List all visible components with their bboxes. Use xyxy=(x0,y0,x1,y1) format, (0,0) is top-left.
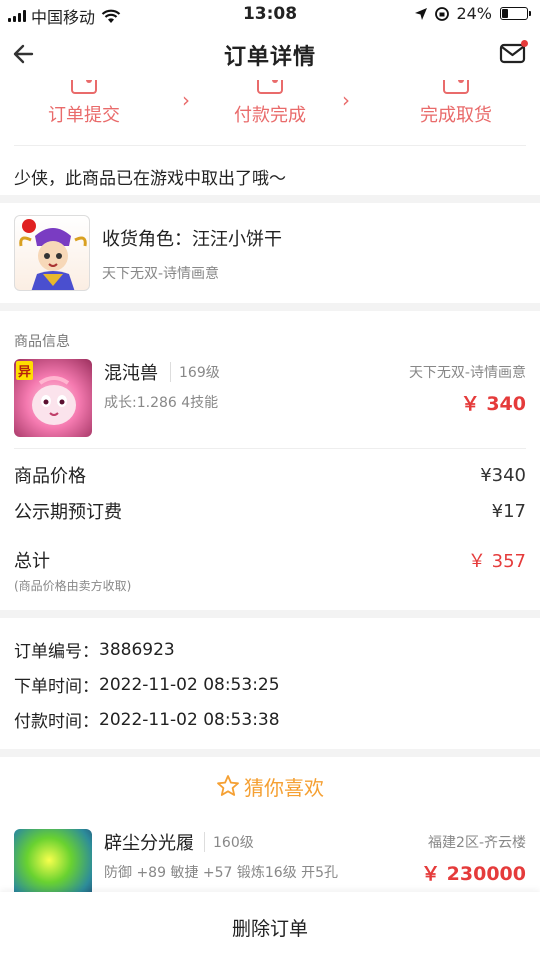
battery-percent: 24% xyxy=(456,4,492,23)
battery-fill xyxy=(502,9,508,18)
goods-body: 辟尘分光履 160级 福建2区-齐云楼 防御 +89 敏捷 +57 锻炼16级 … xyxy=(104,829,526,892)
step-paid: 付款完成 xyxy=(200,80,340,145)
pickup-icon xyxy=(443,80,469,94)
goods-server: 福建2区-齐云楼 xyxy=(428,835,526,851)
payment-time-row: 付款时间： 2022-11-02 08:53:38 xyxy=(14,702,526,737)
order-info-card: 订单编号： 3886923 下单时间： 2022-11-02 08:53:25 … xyxy=(0,618,540,749)
fee-row-booking-fee: 公示期预订费 ¥17 xyxy=(14,493,526,529)
message-button[interactable] xyxy=(498,38,528,68)
goods-server: 天下无双-诗情画意 xyxy=(408,365,526,381)
order-number-row: 订单编号： 3886923 xyxy=(14,632,526,667)
fee-label: 公示期预订费 xyxy=(14,502,122,523)
role-avatar xyxy=(14,215,90,291)
role-title: 收货角色：汪汪小饼干 xyxy=(102,229,282,250)
goods-name: 混沌兽 xyxy=(104,363,158,384)
fee-list: 商品价格 ¥340 公示期预订费 ¥17 总计 ￥ 357 (商品价格由卖方收取… xyxy=(14,449,526,610)
info-label: 下单时间： xyxy=(14,677,99,697)
goods-stats: 防御 +89 敏捷 +57 锻炼16级 开5孔 xyxy=(104,865,339,881)
battery-icon xyxy=(500,7,531,20)
goods-level: 169级 xyxy=(170,362,220,382)
orientation-lock-icon xyxy=(435,6,450,21)
nav-bar: 订单详情 xyxy=(0,28,540,80)
character-portrait-icon xyxy=(19,219,87,290)
order-steps: 订单提交 › 付款完成 › 完成取货 xyxy=(14,80,526,146)
step-label: 付款完成 xyxy=(234,105,306,126)
step-label: 完成取货 xyxy=(420,105,492,126)
pet-icon xyxy=(32,376,76,425)
recommendations-title: 猜你喜欢 xyxy=(244,775,324,800)
location-arrow-icon xyxy=(415,7,428,20)
info-label: 订单编号： xyxy=(14,642,99,662)
goods-stats: 成长:1.286 4技能 xyxy=(104,395,219,411)
status-bar: 中国移动 13:08 24% xyxy=(0,0,540,28)
goods-level: 160级 xyxy=(204,832,254,852)
goods-thumbnail: 异 xyxy=(14,359,92,437)
star-icon xyxy=(217,775,239,796)
chevron-right-icon: › xyxy=(182,88,190,112)
total-label: 总计 xyxy=(14,551,50,572)
chevron-right-icon: › xyxy=(342,88,350,112)
total-value: ￥ 357 xyxy=(467,551,526,572)
order-progress-card: 订单提交 › 付款完成 › 完成取货 少侠，此商品已在游戏中取出了哦～ xyxy=(0,80,540,195)
goods-item[interactable]: 异 混沌兽 169级 天下无双-诗情画意 成长:1.286 4技能 ￥ 340 xyxy=(14,359,526,449)
total-row: 总计 ￥ 357 xyxy=(14,547,526,573)
goods-name: 辟尘分光履 xyxy=(104,833,194,854)
fee-value: ¥17 xyxy=(491,500,526,522)
total-note: (商品价格由卖方收取) xyxy=(14,579,132,593)
bottom-bar: 删除订单 xyxy=(0,892,540,960)
goods-body: 混沌兽 169级 天下无双-诗情画意 成长:1.286 4技能 ￥ 340 xyxy=(104,359,526,448)
fee-row-goods-price: 商品价格 ¥340 xyxy=(14,457,526,493)
receiving-role-card: 收货角色：汪汪小饼干 天下无双-诗情画意 xyxy=(0,203,540,303)
status-notice: 少侠，此商品已在游戏中取出了哦～ xyxy=(14,169,286,189)
recommendations-header: 猜你喜欢 xyxy=(14,757,526,815)
delete-order-button[interactable]: 删除订单 xyxy=(0,914,540,941)
recommendations-card: 猜你喜欢 辟尘分光履 160级 福建2区-齐云楼 防御 +89 敏捷 +57 锻… xyxy=(0,757,540,892)
role-info: 收货角色：汪汪小饼干 天下无双-诗情画意 xyxy=(102,223,282,283)
goods-info-card: 商品信息 异 混沌兽 169级 天下无双-诗情画意 成长:1.286 4技能 ￥… xyxy=(0,311,540,610)
section-label: 商品信息 xyxy=(14,334,70,350)
fee-label: 商品价格 xyxy=(14,466,86,487)
step-label: 订单提交 xyxy=(48,105,120,126)
fee-value: ¥340 xyxy=(480,464,526,486)
info-value[interactable]: 3886923 xyxy=(99,640,175,660)
recommended-item[interactable]: 辟尘分光履 160级 福建2区-齐云楼 防御 +89 敏捷 +57 锻炼16级 … xyxy=(14,815,526,892)
notification-dot xyxy=(521,40,528,47)
page-title: 订单详情 xyxy=(223,45,316,70)
info-value: 2022-11-02 08:53:38 xyxy=(99,709,280,730)
goods-price: ￥ 340 xyxy=(460,393,526,415)
order-detail-content[interactable]: 订单提交 › 付款完成 › 完成取货 少侠，此商品已在游戏中取出了哦～ 收货角色… xyxy=(0,80,540,892)
payment-icon xyxy=(257,80,283,94)
step-submitted: 订单提交 xyxy=(14,80,154,145)
status-right: 24% xyxy=(414,4,531,23)
info-value: 2022-11-02 08:53:25 xyxy=(99,674,280,695)
order-submit-icon xyxy=(71,80,97,94)
step-picked-up: 完成取货 xyxy=(386,80,526,145)
goods-price: ￥ 230000 xyxy=(421,863,526,885)
recommended-item-thumbnail xyxy=(14,829,92,892)
order-time-row: 下单时间： 2022-11-02 08:53:25 xyxy=(14,667,526,702)
role-server: 天下无双-诗情画意 xyxy=(102,266,220,282)
info-label: 付款时间： xyxy=(14,712,99,732)
